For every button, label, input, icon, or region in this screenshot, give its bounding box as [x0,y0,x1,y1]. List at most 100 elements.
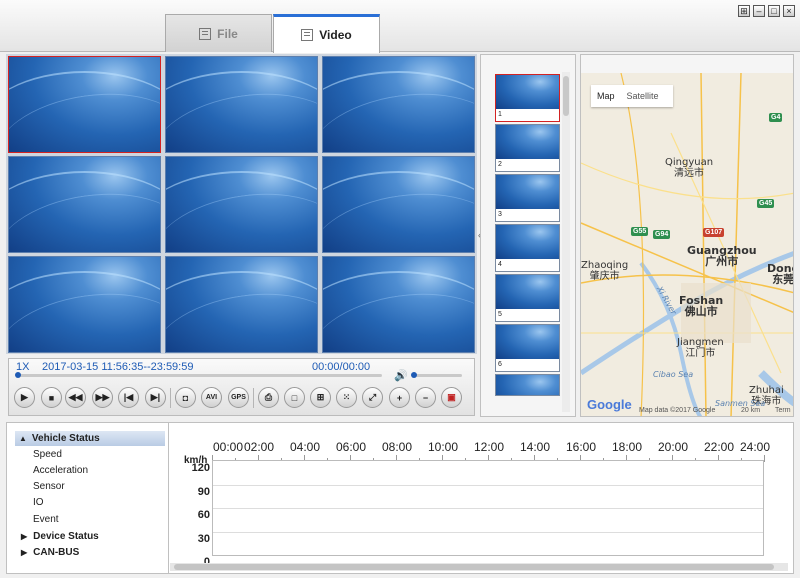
fullscreen-button[interactable]: ⤢ [362,387,383,408]
progress-knob[interactable] [15,372,21,378]
divider [170,388,171,408]
map-terms[interactable]: Term [775,407,791,414]
sea-label: Cibao Sea [653,370,694,379]
single-view-button[interactable]: □ [284,387,305,408]
hour-label: 18:00 [612,440,643,454]
map-tab[interactable]: Map [591,91,621,101]
thumbnail-scrollbar[interactable] [562,72,570,412]
tree-item-device-status[interactable]: ▶ Device Status [7,529,167,544]
hour-label: 16:00 [566,440,597,454]
video-channel-2[interactable] [165,56,318,153]
expand-icon: ▶ [21,532,28,541]
video-channel-9[interactable] [322,256,475,353]
map-attribution: Map data ©2017 Google [639,407,716,414]
tab-file[interactable]: File [165,14,272,52]
hour-label: 00:00 [213,440,244,454]
grid-line [213,484,763,486]
y-tick-label: 60 [197,509,210,521]
tab-video[interactable]: Video [273,14,380,53]
road-shield: G55 [631,227,649,236]
previous-button[interactable]: |◀ [118,387,139,408]
play-button[interactable]: ▶ [14,387,35,408]
position-readout: 00:00/00:00 [312,361,371,373]
avi-button[interactable]: AVI [201,387,222,408]
minimize-button[interactable]: – [753,5,765,17]
video-channel-4[interactable] [8,156,161,253]
volume-icon[interactable]: 🔊 [394,369,408,382]
hour-tick [764,455,765,462]
fast-forward-button[interactable]: ▶▶ [92,387,113,408]
hour-label: 10:00 [428,440,459,454]
timeline-axis: 00:00 02:00 04:00 06:00 08:00 10:00 12:00 14:00… [212,440,770,462]
video-channel-6[interactable] [322,156,475,253]
google-logo: Google [587,397,632,412]
hour-label: 08:00 [382,440,413,454]
tree-item-event[interactable]: Event [7,512,167,527]
next-button[interactable]: ▶| [145,387,166,408]
thumbnail-image [496,125,559,159]
scrollbar-thumb[interactable] [174,564,774,570]
hour-label: 22:00 [704,440,735,454]
thumbnail-item[interactable]: 4 [495,224,560,272]
thumbnail-item[interactable] [495,374,560,396]
grid-line [213,531,763,533]
zoom-in-button[interactable]: + [389,387,410,408]
thumbnail-item[interactable]: 5 [495,274,560,322]
thumbnail-image [496,225,559,259]
divider [253,388,254,408]
title-bar [0,0,800,52]
tree-item-acceleration[interactable]: Acceleration [7,463,167,478]
map-view[interactable]: Map Satellite Qingyuan 清远市 Guangzhou 广州市 Z… [580,54,794,417]
thumbnail-image [496,325,559,359]
speed-chart[interactable] [212,460,764,556]
film-icon [301,29,314,41]
tree-item-sensor[interactable]: Sensor [7,479,167,494]
nine-view-button[interactable]: ⁙ [336,387,357,408]
time-range: 2017-03-15 11:56:35--23:59:59 [42,361,194,373]
stop-button[interactable]: ■ [41,387,62,408]
map-type-tabs: Map Satellite [591,85,673,107]
status-tree: ▲ Vehicle Status Speed Acceleration Senso… [7,423,169,573]
maximize-button[interactable]: □ [768,5,780,17]
progress-slider[interactable] [15,372,382,378]
video-channel-8[interactable] [165,256,318,353]
snapshot-button[interactable]: ◘ [175,387,196,408]
hour-label: 04:00 [290,440,321,454]
rewind-button[interactable]: ◀◀ [65,387,86,408]
hour-label: 02:00 [244,440,275,454]
hour-label: 12:00 [474,440,505,454]
scrollbar-thumb[interactable] [563,76,569,116]
map-scale: 20 km [741,407,761,414]
video-channel-7[interactable] [8,256,161,353]
thumbnail-item[interactable]: 3 [495,174,560,222]
tree-item-vehicle-status[interactable]: ▲ Vehicle Status [15,431,165,446]
pin-button[interactable]: ⊞ [738,5,750,17]
print-button[interactable]: ⎙ [258,387,279,408]
grid-line [213,508,763,509]
thumbnail-item[interactable]: 6 [495,324,560,372]
gps-button[interactable]: GPS [228,387,249,408]
tree-item-speed[interactable]: Speed [7,447,167,462]
thumbnail-image [496,75,559,109]
record-button[interactable]: ▣ [441,387,462,408]
road-shield: G4 [769,113,783,122]
zoom-out-button[interactable]: − [415,387,436,408]
thumbnail-item[interactable]: 2 [495,124,560,172]
video-channel-1[interactable] [8,56,161,153]
expand-icon: ▶ [21,548,28,557]
tree-item-can-bus[interactable]: ▶ CAN-BUS [7,545,167,560]
map-header [581,55,793,73]
timeline-scrollbar[interactable] [170,563,788,571]
tree-item-io[interactable]: IO [7,495,167,510]
volume-knob[interactable] [411,372,417,378]
city-label: Jiangmen 江门市 [677,337,724,359]
video-channel-3[interactable] [322,56,475,153]
quad-view-button[interactable]: ⊞ [310,387,331,408]
close-button[interactable]: × [783,5,795,17]
thumbnail-item[interactable]: 1 [495,74,560,122]
video-channel-5[interactable] [165,156,318,253]
road-shield: G107 [703,228,725,237]
city-label: Dong东莞 [767,262,794,286]
satellite-tab[interactable]: Satellite [621,91,665,101]
volume-slider[interactable] [411,372,462,378]
